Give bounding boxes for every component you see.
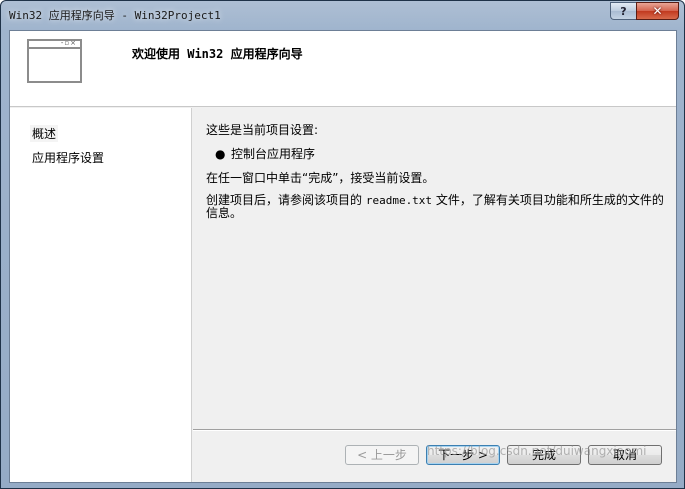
help-button[interactable]: ? — [610, 2, 636, 20]
close-icon: ✕ — [652, 4, 663, 18]
wizard-content: 这些是当前项目设置: ● 控制台应用程序 在任一窗口中单击“完成”，接受当前设置。… — [193, 108, 676, 428]
readme-filename: readme.txt — [365, 194, 433, 207]
close-button[interactable]: ✕ — [636, 2, 679, 20]
readme-hint: 创建项目后，请参阅该项目的 readme.txt 文件，了解有关项目功能和所生成… — [206, 193, 664, 220]
sidebar-item-app-settings[interactable]: 应用程序设置 — [32, 149, 104, 166]
wizard-window: Win32 应用程序向导 - Win32Project1 ? ✕ -▫× 欢迎使… — [0, 0, 685, 489]
bullet-text: 控制台应用程序 — [231, 147, 316, 161]
wizard-header: -▫× 欢迎使用 Win32 应用程序向导 — [10, 31, 676, 107]
wizard-client: -▫× 欢迎使用 Win32 应用程序向导 概述 应用程序设置 这些是当前项目设… — [9, 30, 677, 483]
bullet-icon: ● — [215, 147, 226, 161]
help-icon: ? — [620, 4, 627, 18]
finish-hint: 在任一窗口中单击“完成”，接受当前设置。 — [206, 171, 435, 185]
window-icon: -▫× — [27, 39, 82, 83]
wizard-sidebar: 概述 应用程序设置 — [10, 108, 192, 482]
settings-intro: 这些是当前项目设置: — [206, 123, 319, 137]
window-title: Win32 应用程序向导 - Win32Project1 — [9, 9, 221, 22]
title-bar[interactable]: Win32 应用程序向导 - Win32Project1 ? ✕ — [1, 1, 684, 29]
footer-separator — [193, 429, 676, 431]
caption-buttons: ? ✕ — [610, 2, 679, 20]
prev-button[interactable]: < 上一步 — [345, 445, 419, 465]
watermark-text: https://blog.csdn.net/duiwangxiaomi — [427, 444, 647, 458]
sidebar-item-overview[interactable]: 概述 — [30, 125, 59, 142]
page-title: 欢迎使用 Win32 应用程序向导 — [132, 47, 303, 61]
settings-bullet: ● 控制台应用程序 — [215, 145, 315, 162]
